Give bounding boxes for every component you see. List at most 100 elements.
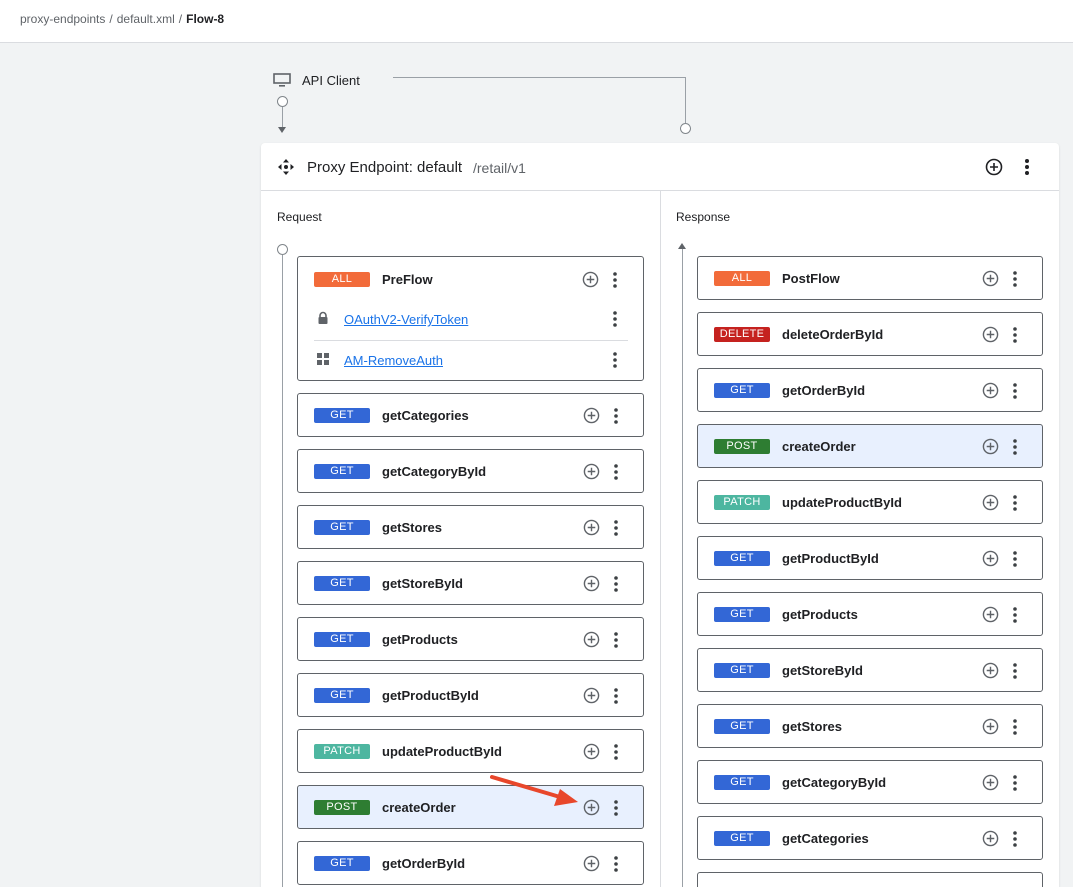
flow-name: getStoreById — [782, 663, 863, 678]
add-circle-icon[interactable] — [582, 271, 599, 288]
add-circle-icon[interactable] — [985, 158, 1003, 176]
top-bar: proxy-endpoints / default.xml / Flow-8 — [0, 0, 1073, 43]
more-vert-icon[interactable] — [608, 351, 622, 369]
breadcrumb-separator: / — [178, 12, 183, 26]
method-badge: GET — [314, 408, 370, 423]
flow-card[interactable]: PATCH updateProductById — [697, 480, 1043, 524]
more-vert-icon[interactable] — [1008, 438, 1022, 456]
add-circle-icon[interactable] — [982, 774, 999, 791]
add-circle-icon[interactable] — [982, 382, 999, 399]
flow-name: getOrderById — [782, 383, 866, 398]
flow-card[interactable]: GET getStoreById — [697, 648, 1043, 692]
more-vert-icon[interactable] — [608, 271, 622, 289]
preflow-card[interactable]: ALL PreFlow OAuthV2-VerifyToken AM-Remov… — [297, 256, 644, 381]
more-vert-icon[interactable] — [1008, 606, 1022, 624]
more-vert-icon[interactable] — [609, 743, 623, 761]
method-badge: GET — [714, 663, 770, 678]
more-vert-icon[interactable] — [1008, 270, 1022, 288]
flow-card[interactable]: GET getCategoryById — [297, 449, 644, 493]
more-vert-icon[interactable] — [1008, 774, 1022, 792]
breadcrumb-current: Flow-8 — [186, 12, 225, 26]
flow-card[interactable]: GET getCategories — [697, 816, 1043, 860]
flow-card[interactable]: GET getCategoryById — [697, 760, 1043, 804]
add-circle-icon[interactable] — [982, 718, 999, 735]
more-vert-icon[interactable] — [1008, 550, 1022, 568]
flow-card[interactable]: PATCH updateProductById — [297, 729, 644, 773]
add-circle-icon[interactable] — [982, 494, 999, 511]
add-circle-icon[interactable] — [583, 743, 600, 760]
policy-link-oauthv2-verifytoken[interactable]: OAuthV2-VerifyToken — [344, 312, 468, 327]
flow-card[interactable]: GET getOrderById — [297, 841, 644, 885]
add-circle-icon[interactable] — [583, 407, 600, 424]
add-circle-icon[interactable] — [982, 830, 999, 847]
add-circle-icon[interactable] — [583, 855, 600, 872]
method-badge: GET — [314, 688, 370, 703]
breadcrumb-item-default-xml[interactable]: default.xml — [117, 12, 175, 26]
flow-card[interactable]: GET getStoreById — [297, 561, 644, 605]
flow-card[interactable] — [697, 872, 1043, 887]
connector-node — [680, 123, 691, 134]
flow-card[interactable]: GET getCategories — [297, 393, 644, 437]
response-section-title: Response — [676, 210, 731, 224]
add-circle-icon[interactable] — [583, 463, 600, 480]
flow-card[interactable]: GET getProductById — [697, 536, 1043, 580]
policy-link-am-removeauth[interactable]: AM-RemoveAuth — [344, 353, 443, 368]
more-vert-icon[interactable] — [1008, 662, 1022, 680]
add-circle-icon[interactable] — [583, 575, 600, 592]
flow-card[interactable]: GET getProducts — [297, 617, 644, 661]
flow-card[interactable]: GET getProducts — [697, 592, 1043, 636]
flow-card[interactable]: GET getStores — [697, 704, 1043, 748]
more-vert-icon[interactable] — [609, 855, 623, 873]
method-badge: PATCH — [314, 744, 370, 759]
more-vert-icon[interactable] — [609, 687, 623, 705]
add-circle-icon[interactable] — [583, 687, 600, 704]
flow-name: getCategoryById — [382, 464, 487, 479]
more-vert-icon[interactable] — [1008, 326, 1022, 344]
flow-card[interactable]: GET getProductById — [297, 673, 644, 717]
flow-card[interactable]: GET getOrderById — [697, 368, 1043, 412]
add-circle-icon[interactable] — [583, 519, 600, 536]
method-badge: ALL — [314, 272, 370, 287]
add-circle-icon[interactable] — [982, 606, 999, 623]
more-vert-icon[interactable] — [609, 575, 623, 593]
more-vert-icon[interactable] — [609, 799, 623, 817]
more-vert-icon[interactable] — [1008, 830, 1022, 848]
more-vert-icon[interactable] — [1008, 494, 1022, 512]
flow-card[interactable]: ALL PostFlow — [697, 256, 1043, 300]
breadcrumb-item-proxy-endpoints[interactable]: proxy-endpoints — [20, 12, 105, 26]
flow-name: updateProductById — [782, 495, 902, 510]
add-circle-icon[interactable] — [583, 799, 600, 816]
request-connector-line — [282, 107, 283, 128]
divider — [314, 340, 628, 341]
flow-card[interactable]: POST createOrder — [697, 424, 1043, 468]
add-circle-icon[interactable] — [982, 550, 999, 567]
flow-name: getStores — [782, 719, 842, 734]
add-circle-icon[interactable] — [583, 631, 600, 648]
connector-node — [277, 96, 288, 107]
add-circle-icon[interactable] — [982, 438, 999, 455]
move-icon[interactable] — [277, 158, 295, 176]
add-circle-icon[interactable] — [982, 326, 999, 343]
method-badge: GET — [714, 775, 770, 790]
more-vert-icon[interactable] — [1008, 718, 1022, 736]
breadcrumb: proxy-endpoints / default.xml / Flow-8 — [20, 12, 224, 26]
more-vert-icon[interactable] — [609, 463, 623, 481]
response-connector-line — [393, 77, 686, 78]
flow-name: getProducts — [782, 607, 858, 622]
more-vert-icon[interactable] — [608, 310, 622, 328]
more-vert-icon[interactable] — [609, 631, 623, 649]
flow-card[interactable]: DELETE deleteOrderById — [697, 312, 1043, 356]
add-circle-icon[interactable] — [982, 270, 999, 287]
more-vert-icon[interactable] — [1019, 158, 1035, 176]
more-vert-icon[interactable] — [609, 519, 623, 537]
flow-card[interactable]: GET getStores — [297, 505, 644, 549]
flow-name: getStoreById — [382, 576, 463, 591]
more-vert-icon[interactable] — [609, 407, 623, 425]
add-circle-icon[interactable] — [982, 662, 999, 679]
more-vert-icon[interactable] — [1008, 382, 1022, 400]
method-badge: GET — [314, 520, 370, 535]
method-badge: GET — [714, 831, 770, 846]
flow-card[interactable]: POST createOrder — [297, 785, 644, 829]
monitor-icon — [273, 73, 291, 87]
flow-name: getCategories — [382, 408, 469, 423]
